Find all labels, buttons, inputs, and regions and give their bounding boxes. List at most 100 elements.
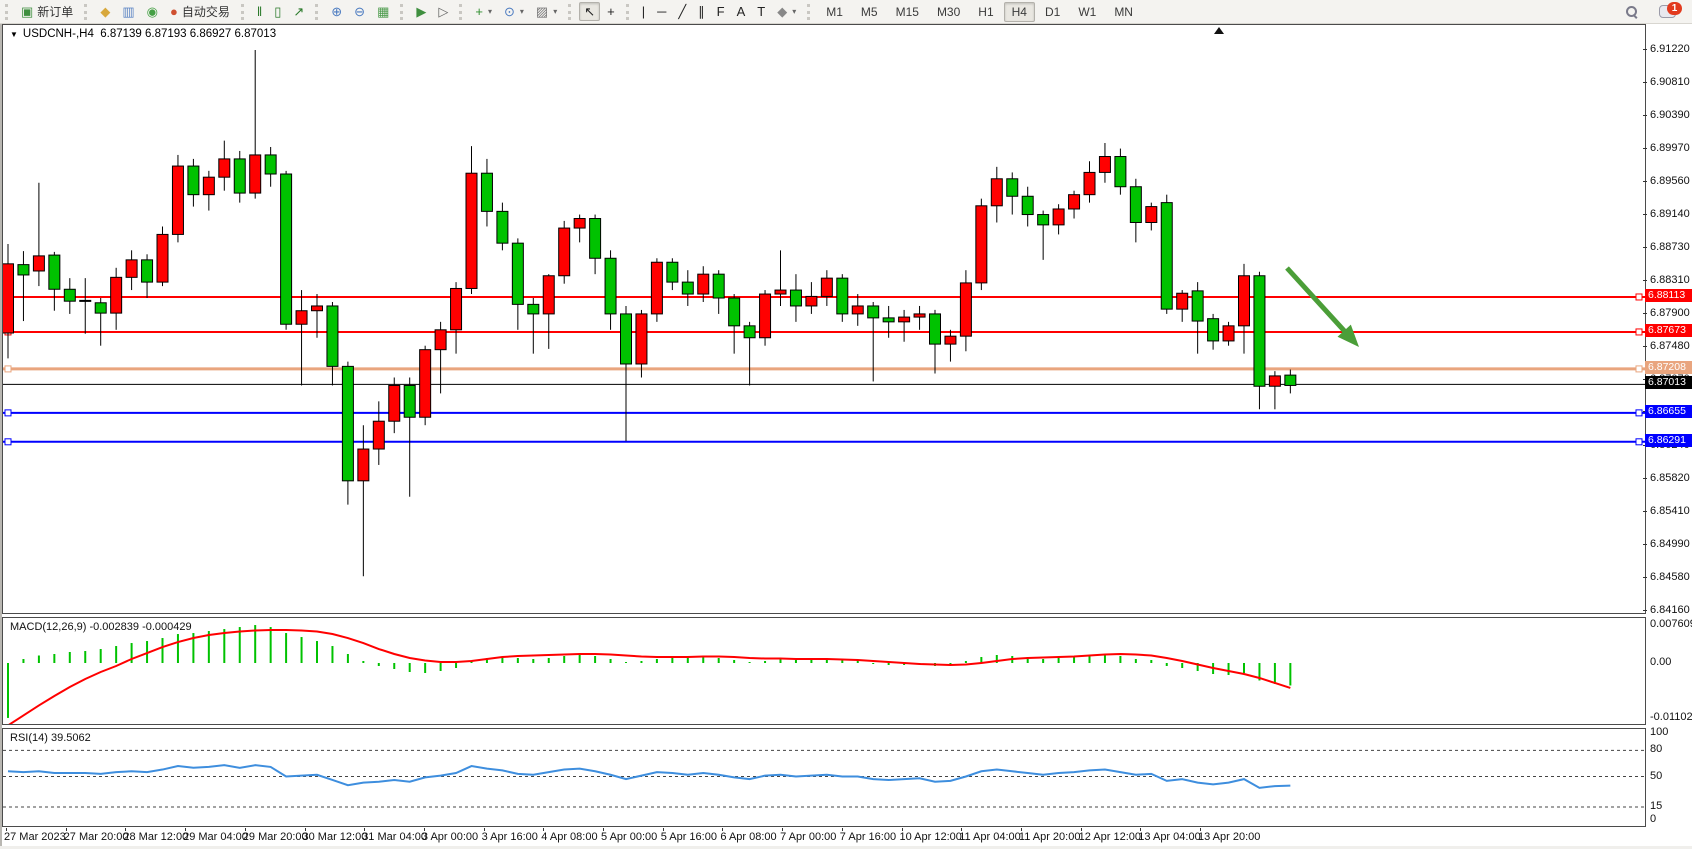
- time-tick-label: 7 Apr 16:00: [840, 831, 896, 843]
- candle-body: [760, 294, 771, 338]
- chat-icon: 1: [1659, 5, 1676, 18]
- rsi-axis-label: 0: [1650, 813, 1656, 825]
- candle-body: [466, 173, 477, 288]
- timeframe-mn-button[interactable]: MN: [1106, 2, 1141, 22]
- rsi-label: RSI(14) 39.5062: [10, 732, 91, 744]
- candle-body: [559, 228, 570, 276]
- indicators-button[interactable]: +▾: [470, 2, 497, 21]
- timeframe-m30-button[interactable]: M30: [929, 2, 968, 22]
- hline-anchor[interactable]: [5, 366, 11, 372]
- trendline-button[interactable]: ╱: [673, 2, 691, 21]
- auto-scroll-button[interactable]: ▶: [411, 2, 431, 21]
- horizontal-line-button[interactable]: ─: [652, 2, 671, 21]
- macd-pane[interactable]: MACD(12,26,9) -0.002839 -0.000429: [2, 617, 1646, 725]
- cursor-icon: ↖: [584, 5, 595, 18]
- candle-body: [744, 326, 755, 338]
- zoom-in-button[interactable]: ⊕: [326, 2, 347, 21]
- zoom-in-icon: ⊕: [331, 5, 342, 18]
- toolbar: ▣新订单◆▥◉●自动交易‖▯↗⊕⊖▦▶▷+▾⊙▾▨▾↖+|─╱∥FAT◆▾M1M…: [0, 0, 1692, 24]
- candlestick-icon: ▯: [274, 5, 281, 18]
- new-order-button[interactable]: ▣新订单: [16, 0, 78, 23]
- search-icon: [1626, 6, 1637, 17]
- vertical-line-button[interactable]: |: [637, 2, 650, 21]
- candle-body: [420, 350, 431, 418]
- label-button[interactable]: T: [752, 2, 770, 21]
- timeframe-h4-button[interactable]: H4: [1004, 2, 1035, 22]
- zoom-out-button[interactable]: ⊖: [349, 2, 370, 21]
- price-tick-label: 6.89560: [1650, 175, 1690, 187]
- line-chart-button[interactable]: ↗: [288, 2, 309, 21]
- hline-anchor[interactable]: [1636, 410, 1642, 416]
- candle-body: [312, 306, 323, 311]
- search-button[interactable]: [1621, 3, 1642, 20]
- channel-button[interactable]: ∥: [693, 2, 710, 21]
- rsi-axis-label: 50: [1650, 770, 1662, 782]
- symbol-caret-icon[interactable]: ▼: [10, 30, 18, 39]
- signals-button[interactable]: ◉: [142, 2, 163, 21]
- hline-anchor[interactable]: [1636, 439, 1642, 445]
- price-line-label: 6.87208: [1645, 361, 1692, 374]
- timeframe-h1-button[interactable]: H1: [970, 2, 1001, 22]
- label-icon: T: [757, 5, 765, 18]
- cursor-button[interactable]: ↖: [579, 2, 600, 21]
- price-tick-mark: [1643, 49, 1647, 50]
- candle-body: [682, 282, 693, 294]
- vertical-line-icon: |: [642, 5, 645, 18]
- candle-body: [1053, 209, 1064, 225]
- timeframe-d1-button[interactable]: D1: [1037, 2, 1068, 22]
- price-tick-mark: [1643, 181, 1647, 182]
- candle-body: [1007, 179, 1018, 196]
- chart-shift-marker-icon: [1214, 27, 1224, 34]
- candle-body: [404, 385, 415, 417]
- hline-anchor[interactable]: [5, 439, 11, 445]
- templates-button[interactable]: ▨▾: [531, 2, 562, 21]
- candlestick-chart-button[interactable]: ▯: [269, 2, 286, 21]
- price-axis[interactable]: 6.912206.908106.903906.899706.895606.891…: [1646, 24, 1692, 827]
- notifications-button[interactable]: 1: [1654, 2, 1681, 21]
- bar-chart-button[interactable]: ‖: [252, 2, 267, 21]
- toolbar-grip: [626, 4, 632, 20]
- chart-shift-button[interactable]: ▷: [433, 2, 453, 21]
- price-chart-pane[interactable]: ▼ USDCNH-,H4 6.87139 6.87193 6.86927 6.8…: [2, 24, 1646, 614]
- candle-body: [976, 206, 987, 283]
- autotrading-button[interactable]: ●自动交易: [165, 0, 235, 23]
- signal-icon: ◉: [147, 5, 158, 18]
- fibonacci-button[interactable]: F: [712, 2, 730, 21]
- market-watch-button[interactable]: ◆: [95, 2, 115, 21]
- timeframe-w1-button[interactable]: W1: [1070, 2, 1104, 22]
- chart-shift-icon: ▷: [438, 5, 448, 18]
- candle-body: [358, 449, 369, 481]
- candle-body: [1177, 293, 1188, 309]
- chart-window-button[interactable]: ▥: [117, 2, 139, 21]
- candle-body: [435, 330, 446, 350]
- hline-anchor[interactable]: [1636, 329, 1642, 335]
- timeframe-m15-button[interactable]: M15: [888, 2, 927, 22]
- text-button[interactable]: A: [732, 2, 751, 21]
- price-tick-label: 6.85820: [1650, 472, 1690, 484]
- hline-anchor[interactable]: [1636, 294, 1642, 300]
- tile-windows-button[interactable]: ▦: [372, 2, 394, 21]
- candle-body: [899, 317, 910, 322]
- time-tick-label: 6 Apr 08:00: [720, 831, 776, 843]
- time-axis[interactable]: 27 Mar 202327 Mar 20:0028 Mar 12:0029 Ma…: [2, 828, 1646, 845]
- periods-button[interactable]: ⊙▾: [499, 2, 529, 21]
- hline-anchor[interactable]: [1636, 366, 1642, 372]
- macd-signal-line: [8, 630, 1290, 724]
- timeframe-m1-button[interactable]: M1: [818, 2, 851, 22]
- price-tick-mark: [1643, 544, 1647, 545]
- candle-body: [95, 303, 106, 313]
- down-trend-arrow[interactable]: [1287, 268, 1347, 334]
- toolbar-grip: [807, 4, 813, 20]
- rsi-pane[interactable]: RSI(14) 39.5062: [2, 728, 1646, 827]
- time-tick-label: 31 Mar 04:00: [362, 831, 427, 843]
- candle-body: [605, 258, 616, 314]
- shapes-button[interactable]: ◆▾: [772, 2, 801, 21]
- price-tick-label: 6.91220: [1650, 43, 1690, 55]
- hline-anchor[interactable]: [5, 410, 11, 416]
- candle-body: [1038, 215, 1049, 225]
- time-tick-label: 30 Mar 12:00: [303, 831, 368, 843]
- crosshair-button[interactable]: +: [602, 2, 620, 21]
- candle-body: [543, 276, 554, 314]
- timeframe-m5-button[interactable]: M5: [853, 2, 886, 22]
- price-tick-mark: [1643, 82, 1647, 83]
